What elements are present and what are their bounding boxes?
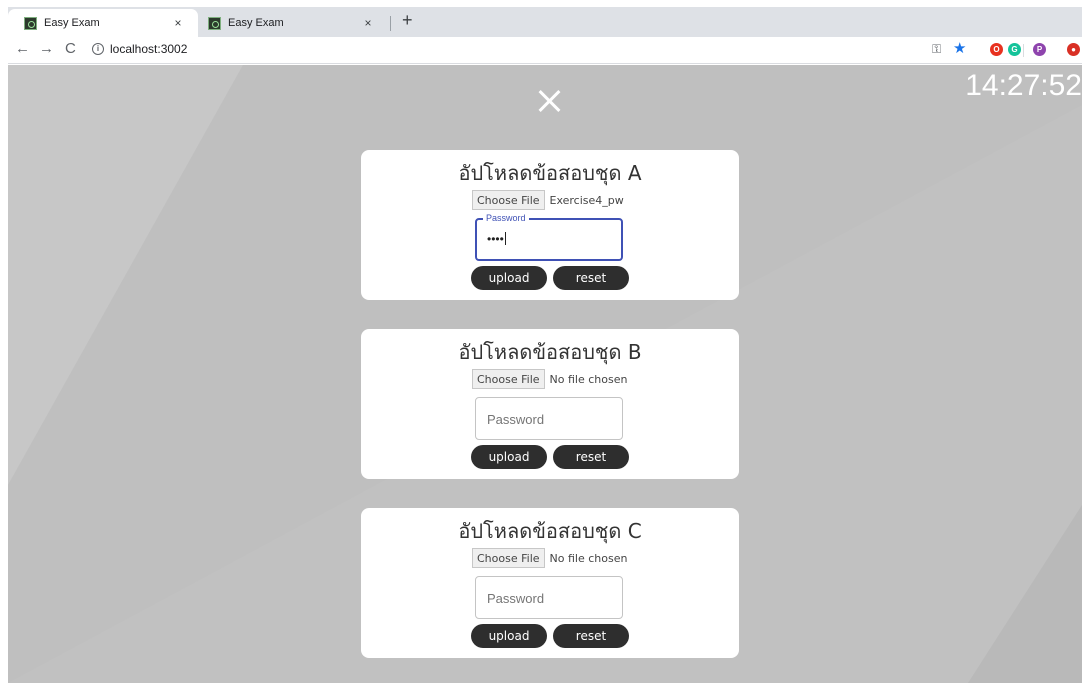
reset-button[interactable]: reset — [553, 445, 629, 469]
card-title: อัปโหลดข้อสอบชุด B — [458, 340, 642, 364]
password-field[interactable]: Password — [475, 397, 623, 440]
forward-icon[interactable]: → — [39, 40, 54, 57]
close-icon[interactable] — [537, 89, 561, 113]
star-icon[interactable]: ★ — [953, 39, 966, 57]
file-input: Choose File Exercise4_pw — [472, 190, 624, 210]
reset-button[interactable]: reset — [553, 624, 629, 648]
back-icon[interactable]: ← — [15, 40, 30, 57]
toolbar-separator — [1023, 44, 1024, 57]
file-name: No file chosen — [549, 372, 628, 386]
tab-title: Easy Exam — [44, 17, 100, 29]
file-name: No file chosen — [549, 551, 628, 565]
page-background: 14:27:52 อัปโหลดข้อสอบชุด A Choose File … — [8, 65, 1082, 683]
choose-file-button[interactable]: Choose File — [472, 548, 545, 568]
upload-card-b: อัปโหลดข้อสอบชุด B Choose File No file c… — [361, 329, 739, 479]
key-icon[interactable]: ⚿ — [932, 42, 941, 57]
tab-separator — [390, 16, 391, 31]
text-caret — [504, 232, 506, 245]
address-bar[interactable]: i localhost:3002 — [92, 42, 187, 56]
react-favicon-icon — [24, 16, 37, 30]
react-favicon-icon — [208, 16, 221, 30]
info-icon[interactable]: i — [92, 43, 104, 55]
password-field[interactable]: Password •••• — [475, 213, 623, 261]
upload-button[interactable]: upload — [471, 266, 547, 290]
upload-card-c: อัปโหลดข้อสอบชุด C Choose File No file c… — [361, 508, 739, 658]
grammarly-extension-icon[interactable]: G — [1008, 43, 1021, 56]
choose-file-button[interactable]: Choose File — [472, 369, 545, 389]
tab-easy-exam-active[interactable]: Easy Exam × — [8, 9, 198, 37]
card-title: อัปโหลดข้อสอบชุด C — [458, 519, 642, 543]
tab-close-icon[interactable]: × — [170, 16, 186, 30]
password-label: Password — [483, 213, 529, 223]
password-placeholder: Password — [487, 412, 545, 427]
upload-button[interactable]: upload — [471, 445, 547, 469]
reset-button[interactable]: reset — [553, 266, 629, 290]
card-title: อัปโหลดข้อสอบชุด A — [458, 161, 642, 185]
red-extension-icon[interactable]: ● — [1067, 43, 1080, 56]
password-placeholder: Password — [487, 591, 545, 606]
profile-avatar[interactable]: P — [1033, 43, 1046, 56]
choose-file-button[interactable]: Choose File — [472, 190, 545, 210]
tab-close-icon[interactable]: × — [360, 16, 376, 30]
opera-extension-icon[interactable]: O — [990, 43, 1003, 56]
tab-title: Easy Exam — [228, 17, 284, 29]
file-name: Exercise4_pw — [549, 193, 624, 207]
upload-button[interactable]: upload — [471, 624, 547, 648]
url-text: localhost:3002 — [110, 42, 188, 56]
password-value: •••• — [487, 232, 506, 246]
browser-toolbar: ← → C i localhost:3002 ⚿ ★ O G P ● — [8, 37, 1082, 64]
upload-card-a: อัปโหลดข้อสอบชุด A Choose File Exercise4… — [361, 150, 739, 300]
new-tab-button[interactable]: + — [402, 10, 413, 31]
file-input: Choose File No file chosen — [472, 369, 627, 389]
reload-icon[interactable]: C — [65, 40, 76, 57]
file-input: Choose File No file chosen — [472, 548, 627, 568]
tab-strip: Easy Exam × Easy Exam × + — [8, 7, 1082, 37]
password-field[interactable]: Password — [475, 576, 623, 619]
clock-display: 14:27:52 — [965, 69, 1082, 102]
tab-easy-exam-inactive[interactable]: Easy Exam × — [198, 9, 388, 37]
